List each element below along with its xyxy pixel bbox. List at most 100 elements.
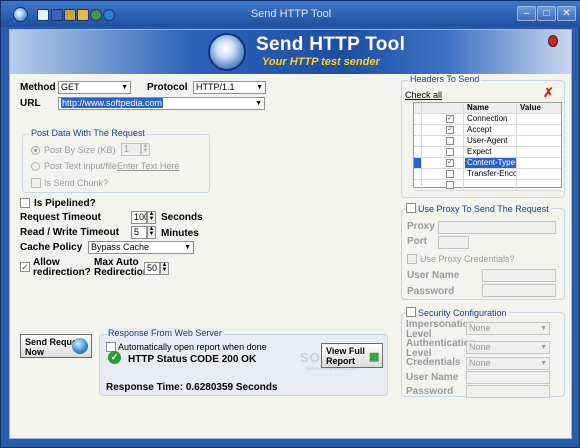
header-name-cell[interactable]: Transfer-Enco...	[465, 169, 517, 179]
save-icon[interactable]	[51, 9, 63, 21]
request-timeout-unit: Seconds	[161, 212, 203, 223]
post-data-group: Post Data With The Request Post By Size …	[22, 128, 210, 193]
header-name-cell[interactable]: Connection	[465, 114, 517, 124]
header-checkbox[interactable]	[446, 137, 454, 145]
allow-redirection-checkbox[interactable]: ✓	[20, 262, 30, 272]
check-all-link[interactable]: Check all	[405, 90, 442, 100]
header-checkbox[interactable]: ✓	[446, 159, 454, 167]
rw-timeout-input[interactable]: 5	[131, 226, 147, 239]
proxy-group-title: Use Proxy To Send The Request	[404, 202, 551, 214]
send-chunk-checkbox[interactable]	[31, 178, 41, 188]
security-checkbox[interactable]	[406, 307, 416, 317]
header-checkbox[interactable]: ✓	[446, 126, 454, 134]
use-proxy-checkbox[interactable]	[406, 203, 416, 213]
banner-title: Send HTTP Tool	[256, 34, 406, 55]
report-icon: ▦	[369, 351, 380, 363]
chevron-down-icon: ▼	[540, 360, 547, 367]
header-name-cell[interactable]: Accept	[465, 125, 517, 135]
url-combobox[interactable]: http://www.softpedia.com ▼	[58, 97, 265, 110]
maximize-button[interactable]: □	[537, 6, 556, 21]
post-text-radio[interactable]	[31, 162, 40, 171]
authentication-select[interactable]: None ▼	[466, 341, 550, 354]
header-row[interactable]: ✓ Accept	[414, 125, 561, 136]
post-text-label: Post Text input/file	[44, 161, 117, 171]
header-value-cell[interactable]	[518, 136, 561, 146]
chevron-down-icon: ▼	[256, 84, 263, 91]
header-name-cell[interactable]: User-Agent	[465, 136, 517, 146]
method-select[interactable]: GET ▼	[58, 81, 131, 94]
max-redirection-spinner[interactable]: ▲ ▼	[160, 262, 169, 275]
export-icon[interactable]	[77, 9, 89, 21]
header-banner: Send HTTP Tool Your HTTP test sender	[10, 30, 571, 74]
header-name-cell[interactable]	[465, 180, 517, 190]
header-value-cell[interactable]	[518, 169, 561, 179]
status-text: HTTP Status CODE 200 OK	[128, 354, 257, 365]
security-password-input[interactable]	[466, 385, 550, 398]
port-input[interactable]	[438, 236, 469, 249]
post-by-size-radio[interactable]	[31, 146, 40, 155]
header-value-cell[interactable]	[518, 147, 561, 157]
send-request-button[interactable]: Send Request Now	[20, 334, 92, 358]
pipelined-checkbox[interactable]	[20, 198, 30, 208]
row-indicator	[414, 158, 422, 168]
header-value-cell[interactable]	[518, 114, 561, 124]
header-check-cell	[422, 169, 464, 179]
row-indicator	[414, 169, 422, 179]
max-redirection-input[interactable]: 50	[144, 262, 160, 275]
close-button[interactable]: ✕	[557, 6, 576, 21]
request-timeout-input[interactable]: 100	[131, 211, 147, 224]
enter-text-link[interactable]: Enter Text Here	[117, 161, 179, 171]
minimize-button[interactable]: –	[517, 6, 536, 21]
header-checkbox[interactable]	[446, 170, 454, 178]
header-checkbox[interactable]: ✓	[446, 115, 454, 123]
header-name-cell[interactable]: Content-Type	[465, 158, 517, 168]
headers-group-title: Headers To Send	[408, 74, 482, 84]
value-column-header: Value	[520, 103, 541, 112]
header-checkbox[interactable]	[446, 181, 454, 189]
impersonation-value: None	[469, 323, 491, 333]
new-icon[interactable]	[37, 9, 49, 21]
auto-open-label: Automatically open report when done	[118, 342, 267, 352]
proxy-password-input[interactable]	[482, 284, 556, 297]
port-label: Port	[407, 236, 427, 247]
header-name-cell[interactable]: Expect	[465, 147, 517, 157]
bug-icon[interactable]	[548, 35, 558, 47]
protocol-select[interactable]: HTTP/1.1 ▼	[193, 81, 266, 94]
success-check-icon: ✓	[108, 351, 121, 364]
main-panel: Send HTTP Tool Your HTTP test sender Met…	[9, 29, 572, 439]
chevron-down-icon: ▼	[540, 344, 547, 351]
max-redirection-label-2: Redirection	[94, 267, 150, 278]
header-checkbox[interactable]	[446, 148, 454, 156]
refresh-icon[interactable]	[90, 9, 102, 21]
disk-icon[interactable]	[64, 9, 76, 21]
header-row[interactable]: ✓ Connection	[414, 114, 561, 125]
proxy-username-input[interactable]	[482, 269, 556, 282]
cache-policy-select[interactable]: Bypass Cache ▼	[88, 241, 194, 254]
row-indicator	[414, 147, 422, 157]
header-row[interactable]: User-Agent	[414, 136, 561, 147]
proxy-group-title-text: Use Proxy To Send The Request	[418, 204, 549, 214]
proxy-input[interactable]	[438, 221, 556, 234]
view-report-button[interactable]: View Full Report ▦	[321, 343, 383, 368]
proxy-label: Proxy	[407, 221, 435, 232]
rw-timeout-spinner[interactable]: ▲ ▼	[147, 226, 156, 239]
header-value-cell[interactable]	[518, 158, 561, 168]
globe-icon	[72, 338, 88, 354]
post-size-spinner[interactable]: ▲ ▼	[141, 143, 150, 156]
use-proxy-credentials-checkbox[interactable]	[407, 254, 417, 264]
header-row[interactable]	[414, 180, 561, 191]
request-timeout-spinner[interactable]: ▲ ▼	[147, 211, 156, 224]
header-row[interactable]: Transfer-Enco...	[414, 169, 561, 180]
app-logo-icon[interactable]	[13, 7, 28, 22]
clear-headers-icon[interactable]: ✗	[543, 85, 554, 101]
help-icon[interactable]	[103, 9, 115, 21]
header-value-cell[interactable]	[518, 180, 561, 190]
credentials-select[interactable]: None ▼	[466, 357, 550, 370]
header-row[interactable]: ✓ Content-Type	[414, 158, 561, 169]
impersonation-select[interactable]: None ▼	[466, 322, 550, 335]
header-value-cell[interactable]	[518, 125, 561, 135]
header-row[interactable]: Expect	[414, 147, 561, 158]
response-time-text: Response Time: 0.6280359 Seconds	[106, 382, 278, 393]
security-username-input[interactable]	[466, 371, 550, 384]
post-size-input[interactable]: 1	[121, 143, 141, 156]
